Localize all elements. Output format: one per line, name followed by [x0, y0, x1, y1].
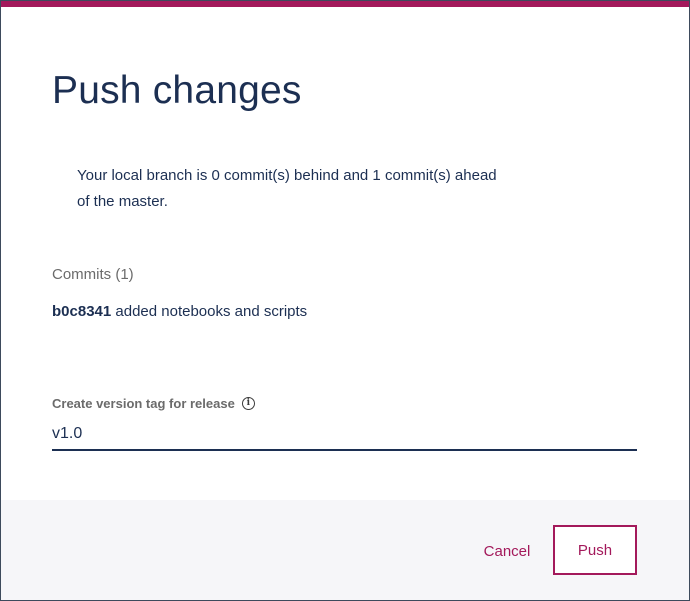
dialog-top-accent-bar: [1, 1, 689, 7]
commit-message: added notebooks and scripts: [111, 303, 308, 320]
dialog-title: Push changes: [52, 69, 302, 112]
push-changes-dialog: Push changes Your local branch is 0 comm…: [0, 0, 690, 601]
info-icon[interactable]: i: [241, 397, 255, 410]
version-tag-label: Create version tag for release: [52, 396, 235, 411]
commit-list-item: b0c8341 added notebooks and scripts: [52, 303, 307, 320]
branch-status-message: Your local branch is 0 commit(s) behind …: [77, 167, 497, 210]
cancel-button[interactable]: Cancel: [471, 527, 543, 575]
version-tag-label-row: Create version tag for release i: [52, 396, 255, 411]
commit-hash: b0c8341: [52, 303, 112, 320]
commits-heading: Commits (1): [52, 266, 134, 283]
version-tag-input[interactable]: [52, 419, 637, 451]
push-button[interactable]: Push: [553, 525, 637, 575]
